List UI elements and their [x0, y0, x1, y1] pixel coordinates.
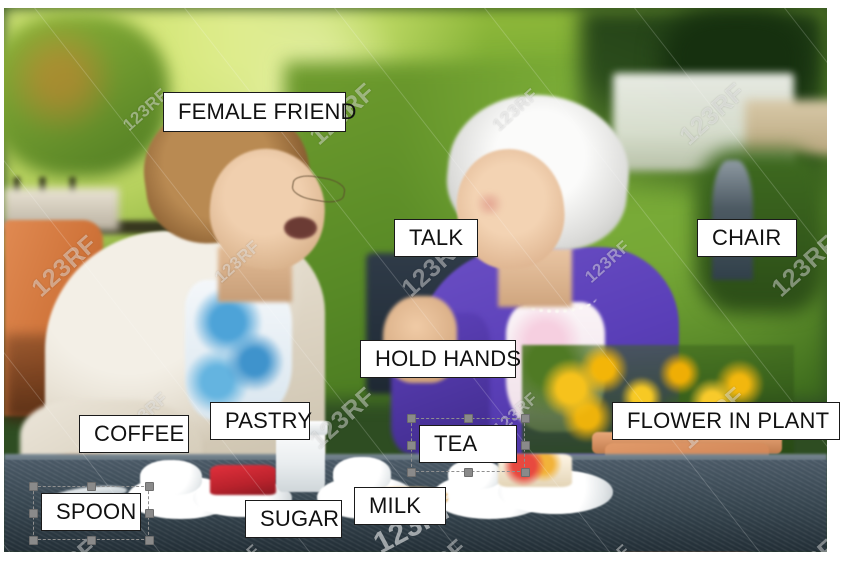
label-box-milk[interactable]: MILK: [354, 487, 446, 525]
label-text-sugar: SUGAR: [260, 506, 340, 531]
label-text-female-friend: FEMALE FRIEND: [178, 99, 357, 124]
label-box-sugar[interactable]: SUGAR: [245, 500, 342, 538]
resize-handle-s-tea[interactable]: [463, 467, 473, 477]
resize-handle-nw-tea[interactable]: [406, 413, 416, 423]
label-box-chair[interactable]: CHAIR: [697, 219, 797, 257]
label-box-flower-in-plant[interactable]: FLOWER IN PLANT: [612, 402, 840, 440]
label-text-milk: MILK: [369, 493, 422, 518]
label-text-talk: TALK: [409, 225, 464, 250]
label-box-female-friend[interactable]: FEMALE FRIEND: [163, 92, 356, 132]
label-box-tea[interactable]: TEA: [419, 425, 517, 463]
resize-handle-s-spoon[interactable]: [86, 535, 96, 545]
resize-handle-e-spoon[interactable]: [144, 508, 154, 518]
label-text-pastry: PASTRY: [225, 408, 313, 433]
resize-handle-ne-spoon[interactable]: [144, 481, 154, 491]
background-shrub-left: [4, 13, 169, 177]
label-text-chair: CHAIR: [712, 225, 782, 250]
label-box-spoon[interactable]: SPOON: [41, 493, 141, 531]
resize-handle-w-tea[interactable]: [406, 440, 416, 450]
label-box-pastry[interactable]: PASTRY: [210, 402, 313, 440]
background-bench-wood: [744, 100, 827, 155]
resize-handle-e-tea[interactable]: [520, 440, 530, 450]
label-text-flower-in-plant: FLOWER IN PLANT: [627, 408, 830, 433]
label-box-talk[interactable]: TALK: [394, 219, 478, 257]
label-text-coffee: COFFEE: [94, 421, 185, 446]
right-woman-cheek: [473, 192, 507, 215]
label-text-tea: TEA: [434, 431, 478, 456]
annotation-canvas: 123RF 123RF 123RF 123RF 123RF 123RF 123RF 123RF…: [0, 0, 851, 563]
resize-handle-se-tea[interactable]: [520, 467, 530, 477]
resize-handle-sw-tea[interactable]: [406, 467, 416, 477]
resize-handle-w-spoon[interactable]: [28, 508, 38, 518]
label-box-coffee[interactable]: COFFEE: [79, 415, 189, 453]
label-text-hold-hands: HOLD HANDS: [375, 346, 522, 371]
left-woman-mouth: [283, 217, 317, 240]
resize-handle-sw-spoon[interactable]: [28, 535, 38, 545]
red-berry-pastry: [209, 464, 276, 495]
resize-handle-ne-tea[interactable]: [520, 413, 530, 423]
resize-handle-se-spoon[interactable]: [144, 535, 154, 545]
resize-handle-n-tea[interactable]: [463, 413, 473, 423]
resize-handle-n-spoon[interactable]: [86, 481, 96, 491]
label-text-spoon: SPOON: [56, 499, 137, 524]
resize-handle-nw-spoon[interactable]: [28, 481, 38, 491]
label-box-hold-hands[interactable]: HOLD HANDS: [360, 340, 521, 378]
